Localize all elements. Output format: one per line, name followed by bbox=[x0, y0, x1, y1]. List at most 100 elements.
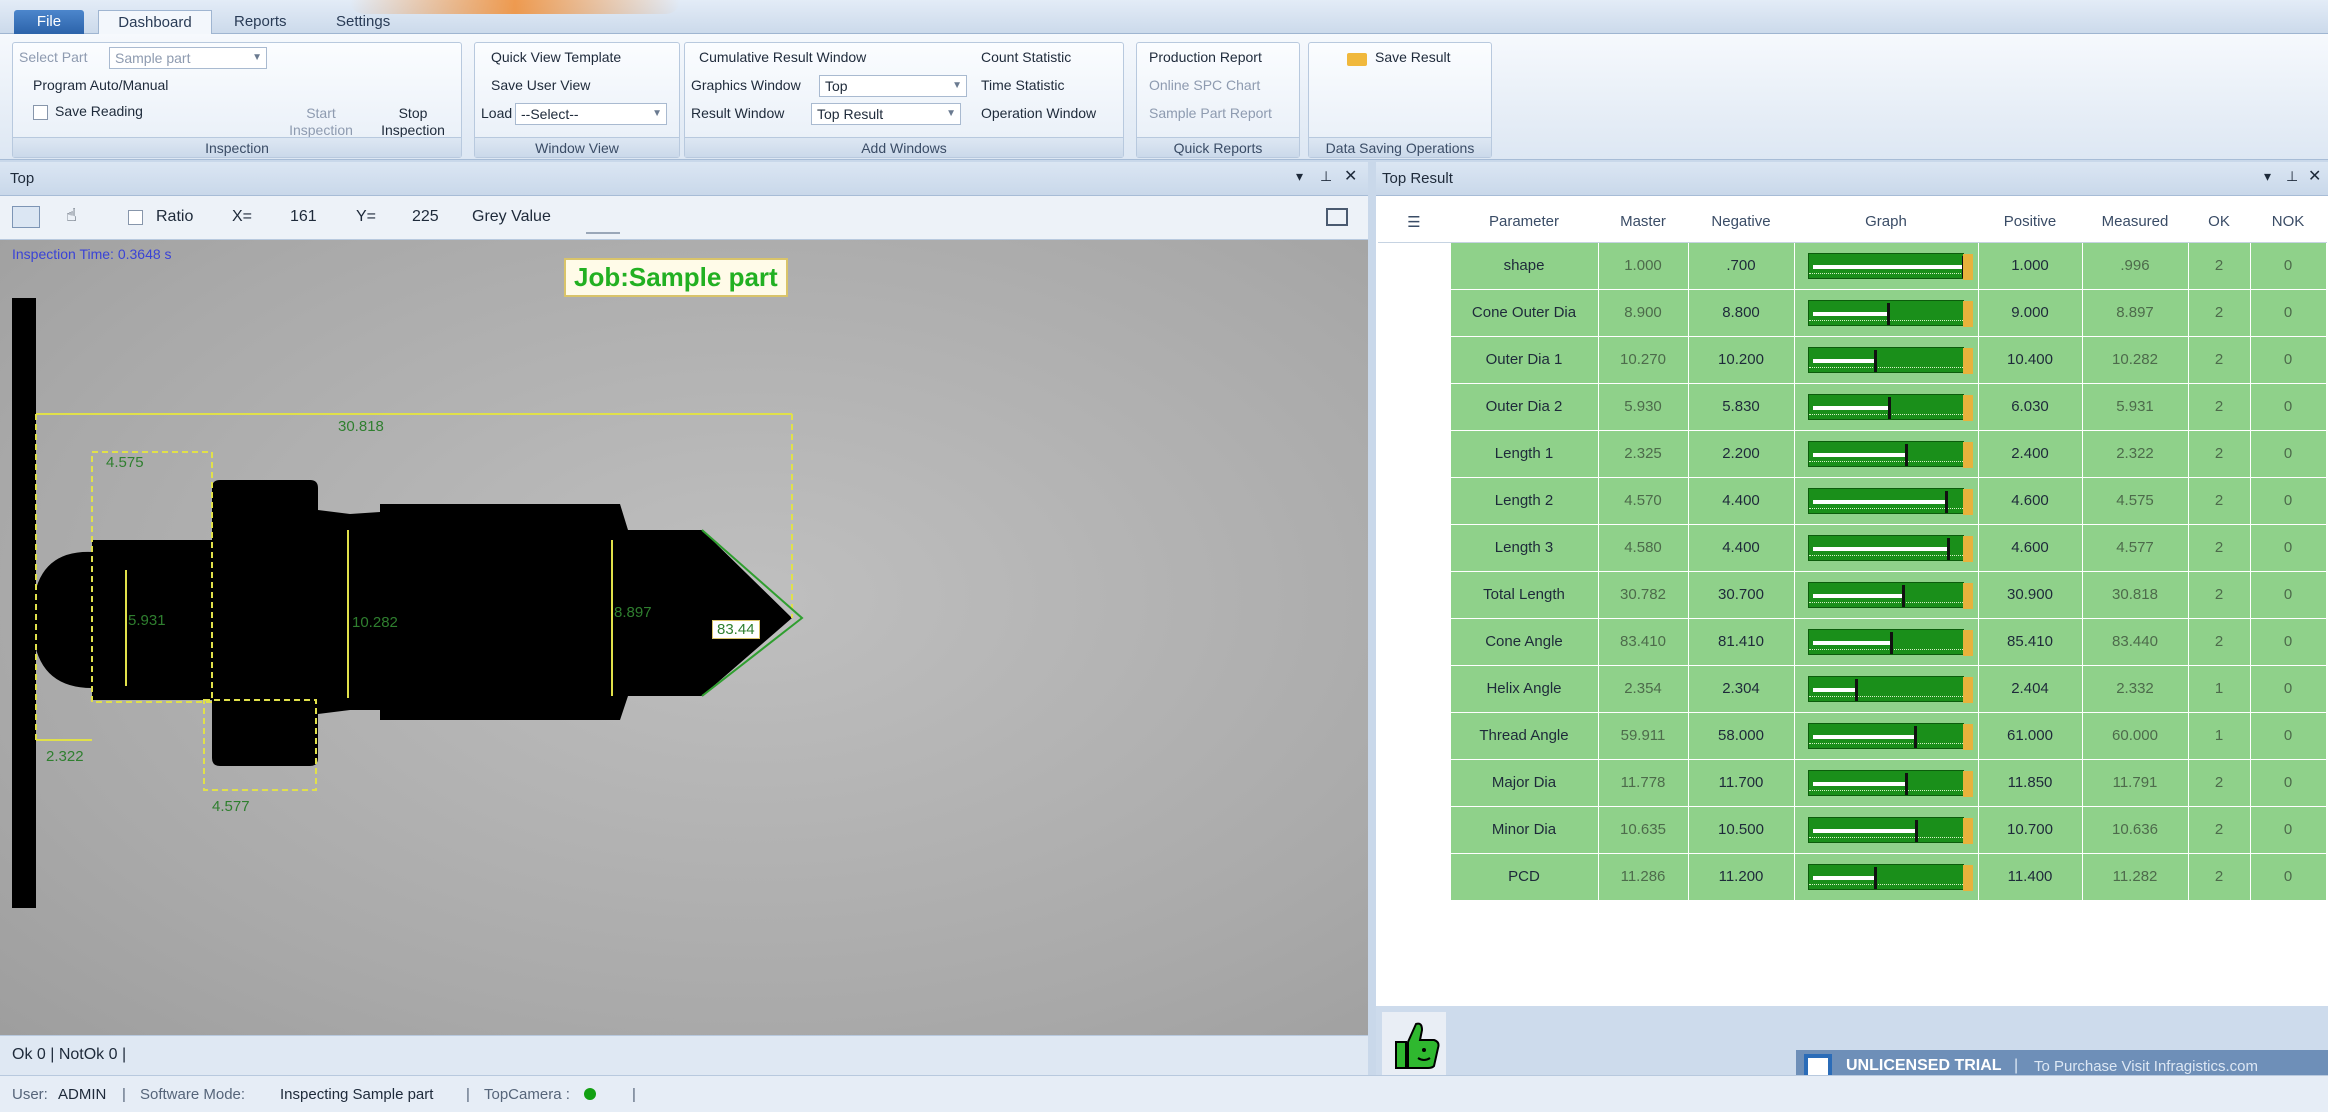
table-row[interactable]: Minor Dia 10.635 10.500 10.700 10.636 2 0 bbox=[1378, 805, 2327, 854]
measured-cell: 2.332 bbox=[2081, 664, 2189, 713]
data-saving-caption: Data Saving Operations bbox=[1309, 137, 1491, 157]
header-master[interactable]: Master bbox=[1598, 202, 1688, 243]
stop-inspection-button[interactable]: Stop Inspection bbox=[373, 105, 453, 139]
row-selector bbox=[1378, 806, 1450, 853]
cumulative-result-window-button[interactable]: Cumulative Result Window bbox=[699, 49, 866, 65]
dim-label-b: 5.931 bbox=[128, 612, 166, 629]
hand-pan-icon[interactable]: ☝ bbox=[66, 205, 77, 226]
positive-cell: 2.404 bbox=[1977, 664, 2083, 713]
pane-dropdown-icon[interactable]: ▾ bbox=[1296, 168, 1303, 185]
header-graph[interactable]: Graph bbox=[1794, 202, 1978, 243]
sample-part-report-button[interactable]: Sample Part Report bbox=[1149, 105, 1272, 121]
table-row[interactable]: shape 1.000.700 1.000.996 2 0 bbox=[1378, 241, 2327, 290]
table-row[interactable]: Thread Angle 59.911 58.000 61.000 60.000 1 0 bbox=[1378, 711, 2327, 760]
parameter-cell: PCD bbox=[1449, 852, 1599, 901]
table-row[interactable]: Cone Outer Dia 8.900 8.800 9.000 8.897 2 0 bbox=[1378, 288, 2327, 337]
measured-fill bbox=[1813, 311, 1887, 316]
start-inspection-button[interactable]: Start Inspection bbox=[281, 105, 361, 139]
measured-fill bbox=[1813, 546, 1947, 551]
save-reading-checkbox[interactable] bbox=[33, 105, 48, 120]
ok-cell: 2 bbox=[2187, 570, 2251, 619]
row-selector bbox=[1378, 618, 1450, 665]
snapshot-icon[interactable] bbox=[1326, 208, 1348, 226]
nok-cell: 0 bbox=[2249, 335, 2327, 384]
select-part-combo[interactable]: Sample part ▼ bbox=[109, 47, 267, 69]
row-selector bbox=[1378, 477, 1450, 524]
bar-ticks bbox=[1809, 836, 1963, 840]
inspection-group: Select Part Sample part ▼ Program Auto/Ma… bbox=[12, 42, 462, 158]
online-spc-chart-button[interactable]: Online SPC Chart bbox=[1149, 77, 1260, 93]
header-measured[interactable]: Measured bbox=[2082, 202, 2188, 243]
parameter-cell: Cone Angle bbox=[1449, 617, 1599, 666]
negative-cell: 10.200 bbox=[1687, 335, 1795, 384]
pane-dropdown-icon[interactable]: ▾ bbox=[2264, 168, 2271, 185]
bar-ticks bbox=[1809, 601, 1963, 605]
measured-fill bbox=[1813, 499, 1945, 504]
header-negative[interactable]: Negative bbox=[1688, 202, 1794, 243]
table-row[interactable]: Helix Angle 2.354 2.304 2.404 2.332 1 0 bbox=[1378, 664, 2327, 713]
positive-cell: 10.400 bbox=[1977, 335, 2083, 384]
dim-label-f: 4.577 bbox=[212, 798, 250, 815]
pin-icon[interactable]: ⊥ bbox=[2286, 168, 2298, 185]
ok-cell: 1 bbox=[2187, 711, 2251, 760]
program-auto-manual[interactable]: Program Auto/Manual bbox=[33, 77, 168, 93]
time-statistic-button[interactable]: Time Statistic bbox=[981, 77, 1065, 93]
header-ok[interactable]: OK bbox=[2188, 202, 2250, 243]
production-report-button[interactable]: Production Report bbox=[1149, 49, 1262, 65]
load-combo[interactable]: --Select-- ▼ bbox=[515, 103, 667, 125]
image-tool-icon[interactable] bbox=[12, 206, 40, 228]
save-user-view-button[interactable]: Save User View bbox=[491, 77, 590, 93]
grey-value-label: Grey Value bbox=[472, 208, 551, 225]
tab-settings[interactable]: Settings bbox=[322, 10, 404, 34]
x-label: X= bbox=[232, 208, 253, 225]
table-row[interactable]: Length 2 4.570 4.400 4.600 4.575 2 0 bbox=[1378, 476, 2327, 525]
graphics-window-combo[interactable]: Top ▼ bbox=[819, 75, 967, 97]
quick-view-template-button[interactable]: Quick View Template bbox=[491, 49, 621, 65]
upper-limit-marker bbox=[1963, 864, 1973, 891]
negative-cell: 30.700 bbox=[1687, 570, 1795, 619]
table-row[interactable]: Outer Dia 2 5.930 5.830 6.030 5.931 2 0 bbox=[1378, 382, 2327, 431]
tab-reports[interactable]: Reports bbox=[220, 10, 301, 34]
file-tab[interactable]: File bbox=[14, 10, 84, 34]
table-row[interactable]: Total Length 30.782 30.700 30.900 30.818 2 0 bbox=[1378, 570, 2327, 619]
column-chooser-icon[interactable]: ☰ bbox=[1378, 202, 1450, 243]
ratio-checkbox[interactable] bbox=[128, 210, 143, 225]
table-row[interactable]: Length 3 4.580 4.400 4.600 4.577 2 0 bbox=[1378, 523, 2327, 572]
count-statistic-button[interactable]: Count Statistic bbox=[981, 49, 1071, 65]
bar-ticks bbox=[1809, 742, 1963, 746]
master-cell: 11.286 bbox=[1597, 852, 1689, 901]
ok-cell: 2 bbox=[2187, 617, 2251, 666]
measured-cell: 60.000 bbox=[2081, 711, 2189, 760]
camera-image-viewer[interactable]: Inspection Time: 0.3648 s Job:Sample par… bbox=[0, 240, 1368, 1035]
ok-cell: 2 bbox=[2187, 852, 2251, 901]
x-value: 161 bbox=[290, 208, 317, 225]
graph-cell bbox=[1793, 335, 1979, 384]
measured-fill bbox=[1813, 593, 1902, 598]
table-row[interactable]: Length 1 2.325 2.200 2.400 2.322 2 0 bbox=[1378, 429, 2327, 478]
pin-icon[interactable]: ⊥ bbox=[1320, 168, 1332, 185]
upper-limit-marker bbox=[1963, 723, 1973, 750]
tab-dashboard[interactable]: Dashboard bbox=[98, 10, 212, 34]
master-cell: 59.911 bbox=[1597, 711, 1689, 760]
operation-window-button[interactable]: Operation Window bbox=[981, 105, 1096, 121]
close-icon[interactable]: ✕ bbox=[2308, 166, 2321, 186]
table-row[interactable]: Major Dia 11.778 11.700 11.850 11.791 2 0 bbox=[1378, 758, 2327, 807]
header-positive[interactable]: Positive bbox=[1978, 202, 2082, 243]
parameter-cell: Outer Dia 2 bbox=[1449, 382, 1599, 431]
header-nok[interactable]: NOK bbox=[2250, 202, 2326, 243]
table-row[interactable]: PCD 11.286 11.200 11.400 11.282 2 0 bbox=[1378, 852, 2327, 901]
graph-cell bbox=[1793, 617, 1979, 666]
graph-cell bbox=[1793, 241, 1979, 290]
table-row[interactable]: Cone Angle 83.410 81.410 85.410 83.440 2 0 bbox=[1378, 617, 2327, 666]
part-silhouette-overlay bbox=[12, 298, 804, 908]
close-icon[interactable]: ✕ bbox=[1344, 166, 1357, 186]
negative-cell: .700 bbox=[1687, 241, 1795, 290]
measured-marker bbox=[1902, 584, 1905, 607]
grey-value-field bbox=[586, 232, 620, 234]
header-parameter[interactable]: Parameter bbox=[1450, 202, 1598, 243]
positive-cell: 1.000 bbox=[1977, 241, 2083, 290]
master-cell: 83.410 bbox=[1597, 617, 1689, 666]
table-row[interactable]: Outer Dia 1 10.270 10.200 10.400 10.282 2 0 bbox=[1378, 335, 2327, 384]
dim-label-c: 10.282 bbox=[352, 614, 398, 631]
result-window-combo[interactable]: Top Result ▼ bbox=[811, 103, 961, 125]
